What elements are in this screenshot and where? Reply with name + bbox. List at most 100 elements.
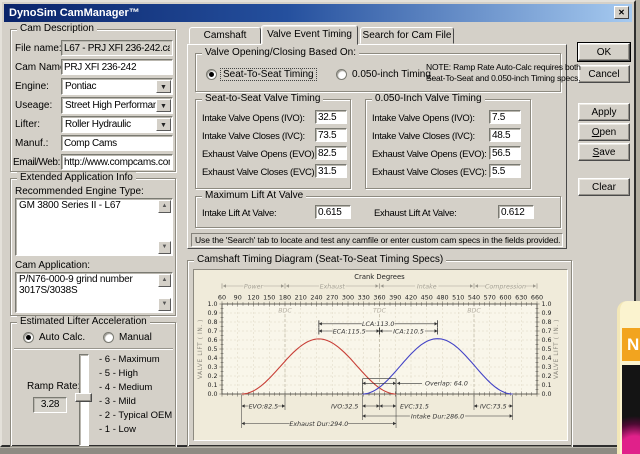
- ok-button[interactable]: OK: [578, 43, 630, 61]
- svg-text:ECA:115.5: ECA:115.5: [333, 328, 366, 335]
- scroll-down-icon[interactable]: ▼: [158, 241, 171, 254]
- seat-to-seat-radio[interactable]: [206, 69, 217, 80]
- lifter-label: Lifter:: [15, 119, 41, 130]
- scroll-up-icon[interactable]: ▲: [158, 274, 171, 287]
- evc-seat-input[interactable]: [315, 164, 347, 178]
- svg-text:210: 210: [295, 294, 307, 302]
- svg-text:570: 570: [484, 294, 496, 302]
- intake-lift-input[interactable]: [315, 205, 351, 219]
- cam-manager-window: DynoSim CamManager™ ✕ Cam Description Fi…: [0, 0, 636, 447]
- svg-text:Crank Degrees: Crank Degrees: [354, 273, 405, 281]
- manuf-field[interactable]: [61, 135, 173, 151]
- valve-event-timing-page: Valve Opening/Closing Based On: Seat-To-…: [187, 44, 581, 249]
- intake-lift-label: Intake Lift At Valve:: [202, 208, 277, 219]
- chevron-down-icon[interactable]: ▼: [156, 118, 171, 131]
- timing-diagram-panel: 60 90 120 150 180 210 240 270 300 330 360 390 420 450…: [193, 269, 568, 441]
- tab-valve-event-timing[interactable]: Valve Event Timing: [261, 25, 358, 45]
- cancel-button[interactable]: Cancel: [578, 65, 630, 83]
- background-thumbnail: [622, 365, 640, 454]
- ivc-050-label: Intake Valve Closes (IVC):: [372, 131, 475, 142]
- ivo-050-input[interactable]: [489, 110, 521, 124]
- seat-timing-title: Seat-to-Seat Valve Timing: [202, 93, 324, 104]
- lifter-value: Roller Hydraulic: [65, 119, 131, 130]
- inch-timing-radio-label[interactable]: 0.050-inch Timing: [352, 69, 431, 80]
- seat-to-seat-radio-label[interactable]: Seat-To-Seat Timing: [220, 68, 317, 81]
- svg-text:1.0: 1.0: [207, 301, 217, 308]
- timing-diagram-group: Camshaft Timing Diagram (Seat-To-Seat Ti…: [187, 254, 572, 447]
- svg-text:0.3: 0.3: [542, 364, 552, 371]
- useage-combobox[interactable]: Street High Performance ▼: [61, 97, 173, 114]
- scale-1-low: - 1 - Low: [99, 424, 136, 435]
- svg-text:450: 450: [421, 294, 433, 302]
- scale-6-maximum: - 6 - Maximum: [99, 354, 160, 365]
- inch-timing-radio[interactable]: [336, 69, 347, 80]
- useage-label: Useage:: [15, 100, 53, 111]
- svg-text:90: 90: [234, 294, 242, 302]
- background-strip: [0, 447, 640, 454]
- svg-text:Exhaust Dur:294.0: Exhaust Dur:294.0: [289, 420, 348, 428]
- ivo-050-label: Intake Valve Opens (IVO):: [372, 113, 475, 124]
- evc-seat-label: Exhaust Valve Closes (EVC):: [202, 167, 317, 178]
- hint-text: Use the 'Search' tab to locate and test …: [191, 233, 563, 247]
- cam-name-field[interactable]: [61, 59, 173, 75]
- timing-diagram-title: Camshaft Timing Diagram (Seat-To-Seat Ti…: [194, 254, 447, 265]
- svg-text:0.7: 0.7: [542, 328, 552, 335]
- engine-type-textarea[interactable]: GM 3800 Series II - L67: [15, 198, 173, 256]
- exhaust-lift-input[interactable]: [498, 205, 534, 219]
- auto-calc-radio[interactable]: [23, 332, 34, 343]
- svg-text:0.4: 0.4: [542, 355, 552, 362]
- ivc-seat-input[interactable]: [315, 128, 347, 142]
- evc-050-label: Exhaust Valve Closes (EVC):: [372, 167, 487, 178]
- tab-search-for-cam-file[interactable]: Search for Cam File: [360, 27, 454, 44]
- svg-text:Exhaust: Exhaust: [320, 282, 346, 290]
- chevron-down-icon[interactable]: ▼: [156, 99, 171, 112]
- apply-button[interactable]: Apply: [578, 103, 630, 121]
- svg-text:0.9: 0.9: [207, 310, 217, 317]
- clear-button[interactable]: Clear: [578, 178, 630, 196]
- svg-text:ICA:110.5: ICA:110.5: [393, 328, 424, 335]
- manual-radio[interactable]: [103, 332, 114, 343]
- svg-text:540: 540: [468, 294, 480, 302]
- ivo-seat-input[interactable]: [315, 110, 347, 124]
- svg-text:Intake Dur:286.0: Intake Dur:286.0: [411, 412, 464, 420]
- save-button[interactable]: Save: [578, 143, 630, 161]
- ivc-050-input[interactable]: [489, 128, 521, 142]
- scroll-up-icon[interactable]: ▲: [158, 200, 171, 213]
- evo-050-input[interactable]: [489, 146, 521, 160]
- note-line1: NOTE: Ramp Rate Auto-Calc requires both: [426, 62, 581, 72]
- lifter-combobox[interactable]: Roller Hydraulic ▼: [61, 116, 173, 133]
- cam-application-textarea[interactable]: P/N76-000-9 grind number 3017S/3038S: [15, 272, 173, 313]
- inch-timing-title: 0.050-Inch Valve Timing: [372, 93, 485, 104]
- chevron-down-icon[interactable]: ▼: [156, 80, 171, 93]
- open-button[interactable]: Open: [578, 123, 630, 141]
- svg-text:0.0: 0.0: [207, 391, 217, 398]
- email-web-field[interactable]: [61, 154, 173, 170]
- svg-text:1.0: 1.0: [542, 301, 552, 308]
- email-web-label: Email/Web:: [13, 157, 60, 168]
- svg-text:420: 420: [405, 294, 417, 302]
- scale-2-typical-oem: - 2 - Typical OEM: [99, 410, 173, 421]
- svg-text:Intake: Intake: [417, 282, 437, 290]
- exhaust-lift-label: Exhaust Lift At Valve:: [374, 208, 457, 219]
- auto-calc-label: Auto Calc.: [39, 332, 86, 343]
- evo-seat-input[interactable]: [315, 146, 347, 160]
- evo-seat-label: Exhaust Valve Opens (EVO):: [202, 149, 317, 160]
- svg-text:IVC:73.5: IVC:73.5: [480, 403, 507, 410]
- svg-text:600: 600: [499, 294, 511, 302]
- svg-text:0.5: 0.5: [207, 346, 217, 353]
- svg-text:Power: Power: [244, 283, 264, 290]
- engine-label: Engine:: [15, 81, 49, 92]
- engine-combobox[interactable]: Pontiac ▼: [61, 78, 173, 95]
- close-icon[interactable]: ✕: [614, 6, 629, 19]
- evc-050-input[interactable]: [489, 164, 521, 178]
- scroll-down-icon[interactable]: ▼: [158, 298, 171, 311]
- svg-text:0.7: 0.7: [207, 328, 217, 335]
- tab-camshaft-specs[interactable]: Camshaft Specs: [189, 27, 261, 57]
- manuf-label: Manuf.:: [15, 138, 49, 149]
- cam-description-title: Cam Description: [17, 23, 97, 34]
- ramp-rate-slider-thumb[interactable]: [75, 393, 92, 402]
- svg-text:240: 240: [310, 294, 322, 302]
- svg-text:330: 330: [358, 294, 370, 302]
- seat-timing-group: Seat-to-Seat Valve Timing Intake Valve O…: [195, 93, 351, 189]
- cam-description-group: Cam Description File name: Cam Name: Eng…: [10, 23, 176, 172]
